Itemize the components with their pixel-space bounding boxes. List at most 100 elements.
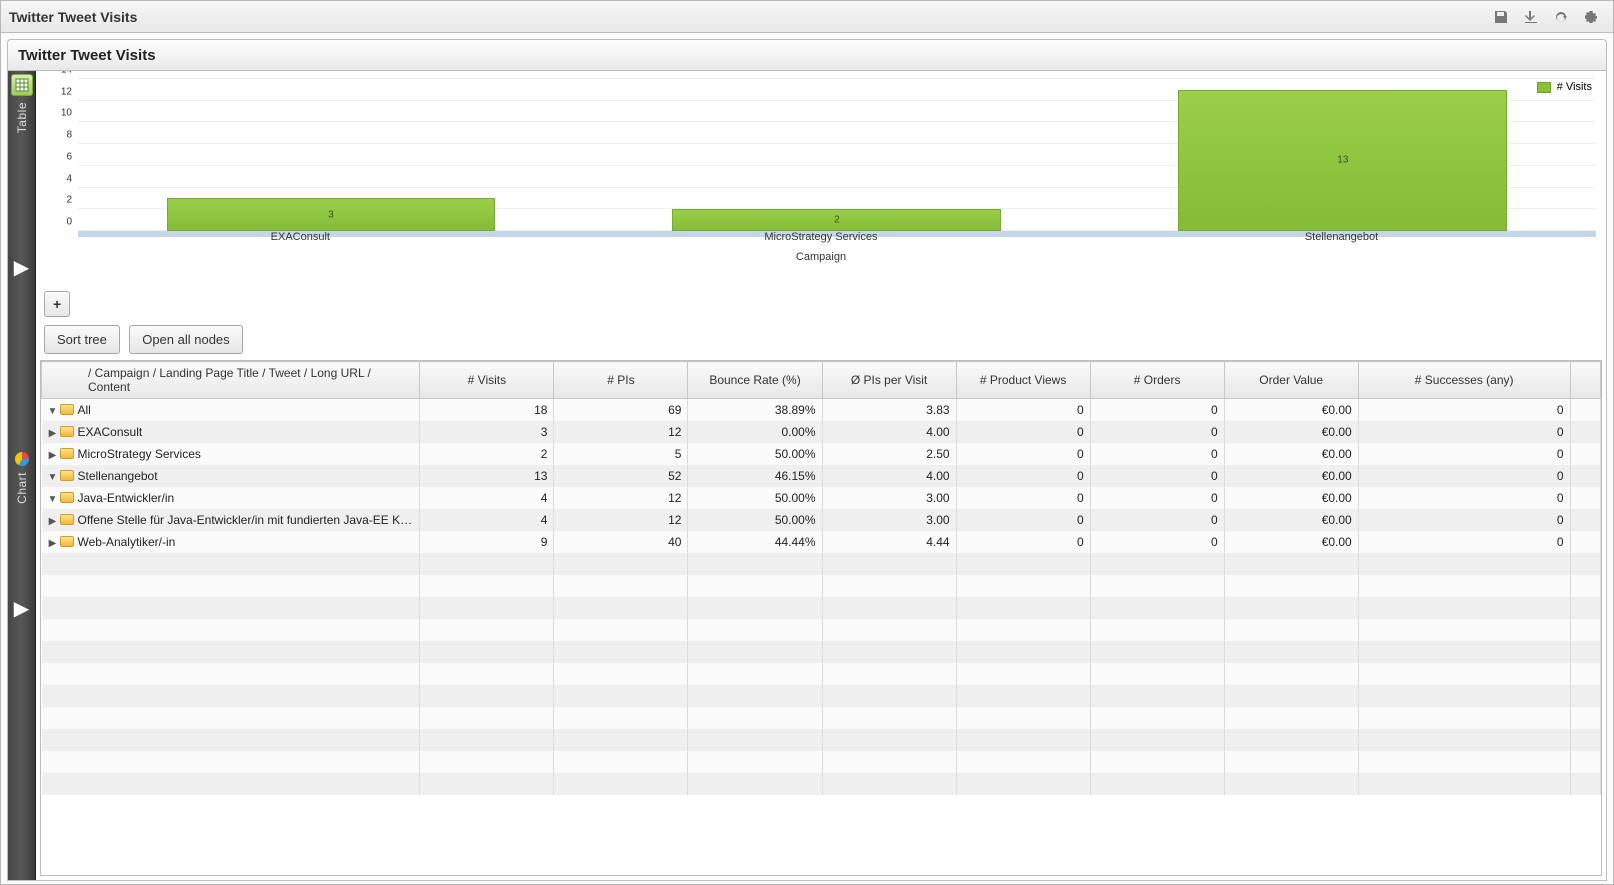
- bar-value-label: 2: [834, 215, 840, 226]
- tree-toggle-icon[interactable]: ▶: [48, 450, 58, 461]
- cell-ppv: 4.44: [822, 531, 956, 553]
- cell-orders: 0: [1090, 443, 1224, 465]
- table-row-empty: [42, 553, 1601, 575]
- cell-pis: 69: [554, 399, 688, 421]
- table-row-empty: [42, 641, 1601, 663]
- col-successes[interactable]: # Successes (any): [1358, 362, 1570, 399]
- sort-tree-button[interactable]: Sort tree: [44, 325, 120, 354]
- cell-orders: 0: [1090, 421, 1224, 443]
- table-row[interactable]: ▶MicroStrategy Services2550.00%2.5000€0.…: [42, 443, 1601, 465]
- col-bounce[interactable]: Bounce Rate (%): [688, 362, 822, 399]
- folder-icon: [60, 448, 74, 459]
- cell-visits: 3: [420, 421, 554, 443]
- tree-toggle-icon[interactable]: ▼: [48, 406, 58, 417]
- save-icon[interactable]: [1487, 5, 1515, 29]
- col-pis[interactable]: # PIs: [554, 362, 688, 399]
- cell-pv: 0: [956, 531, 1090, 553]
- refresh-icon[interactable]: [1547, 5, 1575, 29]
- table-row[interactable]: ▼All186938.89%3.8300€0.000: [42, 399, 1601, 421]
- cell-succ: 0: [1358, 443, 1570, 465]
- table-row[interactable]: ▶Web-Analytiker/-in94044.44%4.4400€0.000: [42, 531, 1601, 553]
- tree-toggle-icon[interactable]: ▶: [48, 516, 58, 527]
- table-row-empty: [42, 597, 1601, 619]
- sidebar-label-chart: Chart: [15, 472, 29, 504]
- table-row-empty: [42, 751, 1601, 773]
- cell-bounce: 46.15%: [688, 465, 822, 487]
- cell-succ: 0: [1358, 531, 1570, 553]
- cell-ov: €0.00: [1224, 531, 1358, 553]
- table-row-empty: [42, 575, 1601, 597]
- tree-label: Java-Entwickler/in: [78, 491, 175, 505]
- expand-arrow-icon[interactable]: ▶: [8, 255, 35, 280]
- chart-bar: 3: [167, 198, 496, 231]
- tree-toggle-icon[interactable]: ▶: [48, 428, 58, 439]
- tree-label: MicroStrategy Services: [78, 447, 201, 461]
- cell-pis: 12: [554, 509, 688, 531]
- tree-toggle-icon[interactable]: ▶: [48, 538, 58, 549]
- col-tree[interactable]: / Campaign / Landing Page Title / Tweet …: [42, 362, 420, 399]
- cell-succ: 0: [1358, 399, 1570, 421]
- cell-visits: 2: [420, 443, 554, 465]
- download-icon[interactable]: [1517, 5, 1545, 29]
- table-row-empty: [42, 707, 1601, 729]
- cell-bounce: 50.00%: [688, 443, 822, 465]
- panel-header: Twitter Tweet Visits: [7, 39, 1607, 71]
- cell-ppv: 3.00: [822, 509, 956, 531]
- folder-icon: [60, 492, 74, 503]
- cell-succ: 0: [1358, 509, 1570, 531]
- tree-label: Stellenangebot: [78, 469, 158, 483]
- col-product-views[interactable]: # Product Views: [956, 362, 1090, 399]
- table-row-empty: [42, 773, 1601, 795]
- cell-pis: 12: [554, 487, 688, 509]
- gear-icon[interactable]: [1577, 5, 1605, 29]
- cell-orders: 0: [1090, 509, 1224, 531]
- panel-title: Twitter Tweet Visits: [18, 47, 156, 64]
- tree-label: EXAConsult: [78, 425, 143, 439]
- cell-ov: €0.00: [1224, 443, 1358, 465]
- cell-visits: 4: [420, 509, 554, 531]
- y-tick: 12: [61, 86, 72, 97]
- table-row[interactable]: ▶ Offene Stelle für Java-Entwickler/in mi…: [42, 509, 1601, 531]
- tree-toggle-icon[interactable]: ▼: [48, 472, 58, 483]
- cell-pv: 0: [956, 421, 1090, 443]
- cell-pv: 0: [956, 509, 1090, 531]
- open-all-nodes-button[interactable]: Open all nodes: [129, 325, 242, 354]
- table-row[interactable]: ▼Java-Entwickler/in41250.00%3.0000€0.000: [42, 487, 1601, 509]
- table-row-empty: [42, 663, 1601, 685]
- cell-orders: 0: [1090, 487, 1224, 509]
- col-orders[interactable]: # Orders: [1090, 362, 1224, 399]
- cell-ov: €0.00: [1224, 509, 1358, 531]
- folder-icon: [60, 470, 74, 481]
- chart-bar: 13: [1178, 90, 1507, 231]
- cell-pv: 0: [956, 443, 1090, 465]
- col-order-value[interactable]: Order Value: [1224, 362, 1358, 399]
- cell-succ: 0: [1358, 421, 1570, 443]
- col-visits[interactable]: # Visits: [420, 362, 554, 399]
- cell-bounce: 50.00%: [688, 487, 822, 509]
- tree-toggle-icon[interactable]: ▼: [48, 494, 58, 505]
- expand-arrow-icon-2[interactable]: ▶: [8, 596, 35, 621]
- table-row-empty: [42, 619, 1601, 641]
- cell-bounce: 38.89%: [688, 399, 822, 421]
- bar-value-label: 13: [1337, 155, 1348, 166]
- table-row-empty: [42, 685, 1601, 707]
- cell-pis: 5: [554, 443, 688, 465]
- cell-ppv: 4.00: [822, 465, 956, 487]
- tree-table[interactable]: / Campaign / Landing Page Title / Tweet …: [40, 360, 1602, 876]
- y-tick: 14: [61, 71, 72, 76]
- cell-ppv: 3.83: [822, 399, 956, 421]
- col-pis-per-visit[interactable]: Ø PIs per Visit: [822, 362, 956, 399]
- y-tick: 8: [66, 130, 72, 141]
- cell-succ: 0: [1358, 487, 1570, 509]
- tree-label: Offene Stelle für Java-Entwickler/in mit…: [78, 513, 420, 527]
- cell-pv: 0: [956, 487, 1090, 509]
- table-row[interactable]: ▼Stellenangebot135246.15%4.0000€0.000: [42, 465, 1601, 487]
- folder-icon: [60, 536, 74, 547]
- bar-chart: # Visits 02468101214 3213 EXAConsultMicr…: [40, 75, 1602, 285]
- table-row[interactable]: ▶EXAConsult3120.00%4.0000€0.000: [42, 421, 1601, 443]
- add-button[interactable]: +: [44, 291, 70, 317]
- cell-orders: 0: [1090, 465, 1224, 487]
- cell-pv: 0: [956, 399, 1090, 421]
- folder-icon: [60, 404, 74, 415]
- cell-ov: €0.00: [1224, 465, 1358, 487]
